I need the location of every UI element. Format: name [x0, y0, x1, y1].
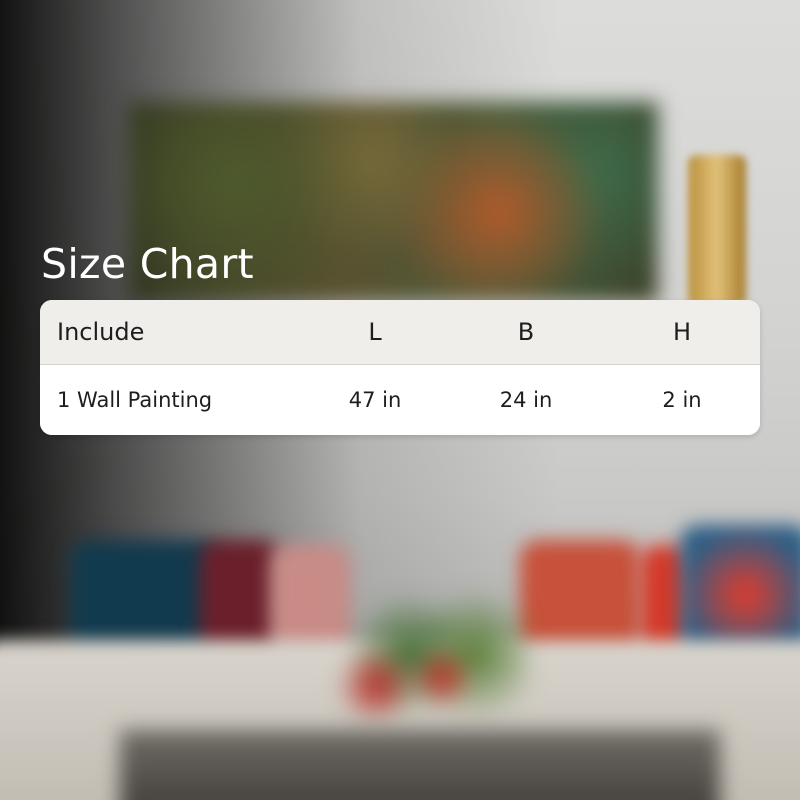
header-length: L: [368, 318, 382, 346]
wall-sconce-image: [688, 155, 746, 305]
header-breadth: B: [517, 318, 535, 346]
cell-height: 2 in: [662, 388, 702, 412]
header-height: H: [672, 318, 692, 346]
cell-include: 1 Wall Painting: [57, 388, 213, 412]
size-chart-title: Size Chart: [41, 240, 254, 288]
table-row: 1 Wall Painting 47 in 24 in 2 in: [40, 365, 760, 435]
table-header-row: Include L B H: [40, 300, 760, 365]
cell-breadth: 24 in: [499, 388, 553, 412]
flower-vase-image: [310, 590, 530, 750]
cell-length: 47 in: [348, 388, 402, 412]
header-include: Include: [57, 318, 145, 346]
coffee-table-image: [120, 730, 720, 800]
size-chart-table: Include L B H 1 Wall Painting 47 in 24 i…: [40, 300, 760, 435]
